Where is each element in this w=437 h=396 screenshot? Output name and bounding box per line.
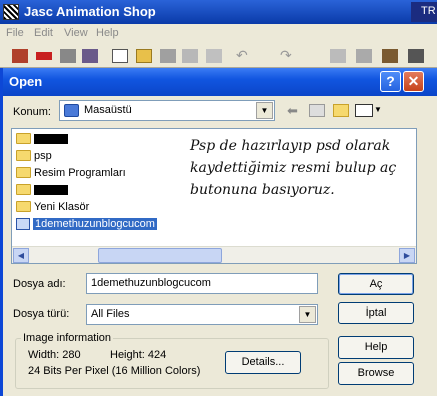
back-arrow-icon[interactable]: ⬅ [287,103,298,119]
filename-input[interactable]: 1demethuzunblogcucom [86,273,318,294]
new-file-icon[interactable] [112,49,128,63]
toolbar: ↶ ↷ [0,44,437,68]
horizontal-scrollbar[interactable]: ◀ ▶ [12,246,416,263]
file-name-selected: 1demethuzunblogcucom [33,218,157,230]
paste-special-icon[interactable] [408,49,424,63]
up-folder-icon[interactable] [309,104,325,117]
cancel-button[interactable]: İptal [338,302,414,324]
look-in-dropdown[interactable]: Masaüstü ▼ [59,100,275,121]
annotation-line: butonuna basıyoruz. [190,182,335,198]
paste-icon[interactable] [382,49,398,63]
undo-icon[interactable]: ↶ [236,48,252,63]
menu-file[interactable]: File [6,27,24,39]
open-folder-icon[interactable] [136,49,152,63]
image-bit-depth: 24 Bits Per Pixel (16 Million Colors) [28,365,201,377]
scroll-left-icon[interactable]: ◀ [13,248,29,263]
dialog-title-bar: Open ? ✕ [3,68,437,96]
menu-edit[interactable]: Edit [34,27,53,39]
dialog-title: Open [9,74,43,89]
new-folder-icon[interactable] [333,104,349,117]
list-item[interactable] [16,132,68,148]
look-in-label: Konum: [13,106,51,118]
cut-icon[interactable] [330,49,346,63]
folder-icon [16,166,31,178]
chevron-down-icon[interactable]: ▼ [256,102,273,119]
close-icon[interactable]: ✕ [403,71,424,92]
menu-bar: File Edit View Help [0,24,437,44]
scrollbar-thumb[interactable] [98,248,222,263]
app-logo-icon [3,4,19,20]
open-button[interactable]: Aç [338,273,414,295]
help-button[interactable]: Help [338,336,414,359]
save-as-icon[interactable] [182,49,198,63]
browse-button[interactable]: Browse [338,362,414,385]
redo-icon[interactable]: ↷ [280,48,296,63]
psd-file-icon [16,218,30,231]
details-button[interactable]: Details... [225,351,301,374]
list-item[interactable]: Resim Programları [16,166,126,182]
menu-view[interactable]: View [64,27,88,39]
annotation-line: kaydettiğimiz resmi bulup aç [190,160,397,176]
scroll-right-icon[interactable]: ▶ [399,248,415,263]
wizard-icon[interactable] [12,49,28,63]
annotation-text: Psp de hazırlayıp psd olarak kaydettiğim… [190,135,416,201]
menu-help[interactable]: Help [96,27,119,39]
folder-icon [16,149,31,161]
filetype-dropdown[interactable]: All Files ▼ [86,304,318,325]
list-item[interactable]: 1demethuzunblogcucom [16,218,157,233]
image-width: Width: 280 [28,349,81,361]
folder-icon [16,200,31,212]
help-question-icon[interactable]: ? [380,71,401,92]
annotation-line: Psp de hazırlayıp psd olarak [190,138,391,154]
view-menu-chevron-icon[interactable]: ▼ [374,105,382,114]
open-dialog: Open ? ✕ Konum: Masaüstü ▼ ⬅ ▼ psp Resim… [0,68,437,396]
filetype-label: Dosya türü: [13,308,70,320]
redacted-name [34,134,68,145]
app-corner-text: TR [411,2,437,22]
image-info-legend: Image information [21,332,114,344]
filename-label: Dosya adı: [13,278,66,290]
list-item[interactable]: psp [16,149,52,165]
chevron-down-icon[interactable]: ▼ [299,306,316,323]
redacted-name [34,185,68,196]
app-title: Jasc Animation Shop [24,4,156,19]
tool-icon[interactable] [60,49,76,63]
filename-value: 1demethuzunblogcucom [91,277,211,289]
view-menu-icon[interactable] [355,104,373,117]
filetype-value: All Files [91,308,130,320]
list-item[interactable]: Yeni Klasör [16,200,90,216]
film-icon[interactable] [82,49,98,63]
file-list[interactable]: psp Resim Programları Yeni Klasör 1demet… [11,128,417,264]
save-icon[interactable] [160,49,176,63]
look-in-value: Masaüstü [84,104,132,116]
app-title-bar: Jasc Animation Shop TR [0,0,437,24]
file-name: Yeni Klasör [34,201,90,213]
image-height: Height: 424 [110,349,167,361]
banner-icon[interactable] [36,52,52,60]
list-item[interactable] [16,183,68,199]
copy-icon[interactable] [356,49,372,63]
print-icon[interactable] [206,49,222,63]
desktop-icon [64,104,79,117]
folder-icon [16,132,31,144]
file-name: Resim Programları [34,167,126,179]
folder-icon [16,183,31,195]
file-name: psp [34,150,52,162]
